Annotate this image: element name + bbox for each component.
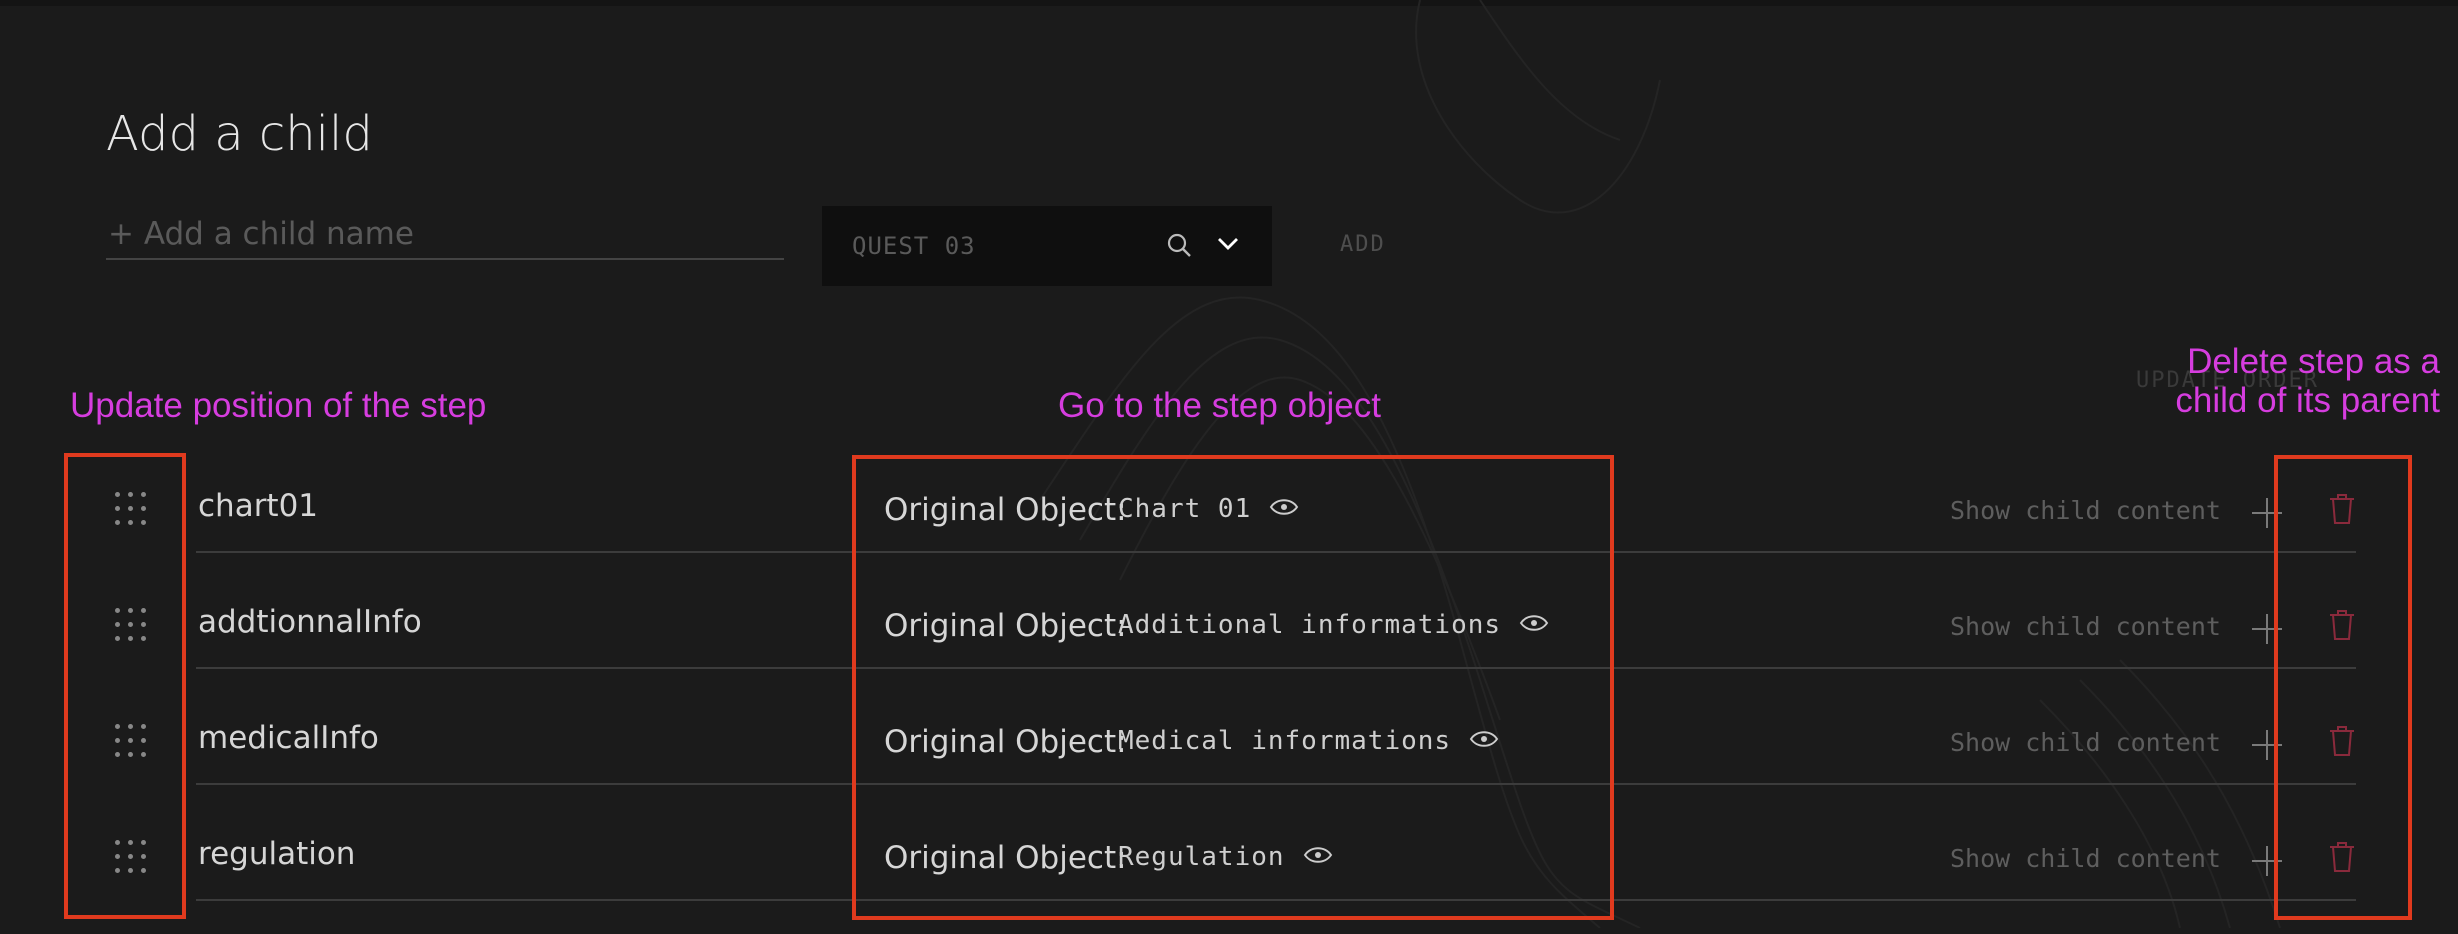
show-child-content-toggle[interactable]: Show child content [1950, 728, 2221, 757]
child-name: addtionnalInfo [198, 604, 422, 640]
child-name-input[interactable] [106, 210, 784, 260]
child-name: regulation [198, 836, 356, 872]
object-select-value: QUEST 03 [852, 232, 976, 260]
annotation-delete-line-2: child of its parent [2175, 381, 2440, 421]
show-child-content-toggle[interactable]: Show child content [1950, 844, 2221, 873]
chevron-down-icon[interactable] [1216, 234, 1240, 258]
page-title: Add a child [106, 106, 373, 162]
show-child-content-toggle[interactable]: Show child content [1950, 612, 2221, 641]
annotation-go-to-object: Go to the step object [1058, 386, 1381, 425]
search-icon[interactable] [1166, 232, 1192, 262]
annotation-update-position: Update position of the step [70, 386, 487, 425]
child-name: medicalInfo [198, 720, 379, 756]
child-name: chart01 [198, 488, 319, 524]
annotation-delete-line-1: Delete step as a [2187, 342, 2440, 381]
top-bar [0, 0, 2458, 6]
highlight-drag-column [64, 453, 186, 919]
add-button[interactable]: ADD [1340, 232, 1386, 257]
highlight-delete-column [2274, 455, 2412, 920]
object-select[interactable]: QUEST 03 [822, 206, 1272, 286]
show-child-content-toggle[interactable]: Show child content [1950, 496, 2221, 525]
annotation-delete-step: Delete step as a child of its parent [2100, 342, 2440, 420]
highlight-original-object-column [852, 455, 1614, 920]
